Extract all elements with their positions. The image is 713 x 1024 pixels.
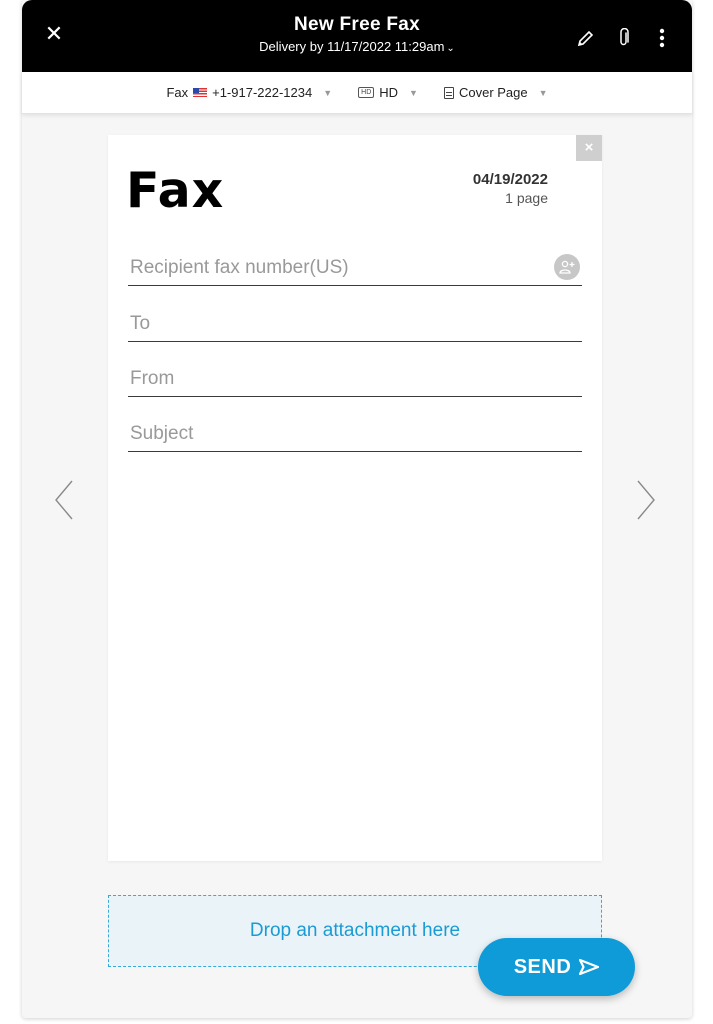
to-field — [128, 308, 582, 342]
caret-down-icon: ▼ — [409, 87, 418, 98]
send-button[interactable]: SEND — [478, 938, 635, 996]
title-bar: ✕ New Free Fax Delivery by 11/17/2022 11… — [22, 0, 692, 72]
hd-icon: HD — [358, 87, 375, 98]
caret-down-icon: ▼ — [538, 87, 548, 98]
previous-page-arrow[interactable] — [52, 478, 76, 522]
subject-input[interactable] — [128, 418, 582, 450]
cover-page-selector[interactable]: Cover Page ▼ — [443, 85, 548, 100]
document-icon — [443, 86, 454, 99]
next-page-arrow[interactable] — [634, 478, 658, 522]
fax-number-selector[interactable]: Fax +1-917-222-1234 ▼ — [166, 85, 332, 100]
send-label: SEND — [513, 955, 572, 978]
title-bar-actions — [576, 28, 672, 48]
remove-cover-page-button[interactable]: × — [576, 135, 602, 161]
subject-field — [128, 418, 582, 452]
recipient-field — [128, 252, 582, 286]
more-vertical-icon[interactable] — [652, 28, 672, 48]
fax-label: Fax — [166, 85, 189, 100]
delivery-time-label: Delivery by 11/17/2022 11:29am — [259, 39, 445, 54]
fax-composer: ✕ New Free Fax Delivery by 11/17/2022 11… — [22, 0, 692, 1018]
quality-label: HD — [379, 85, 399, 100]
recipient-fax-input[interactable] — [128, 252, 582, 284]
add-contact-icon[interactable] — [554, 254, 580, 280]
drop-zone-label: Drop an attachment here — [249, 920, 461, 941]
fax-cover-page: × Fax 04/19/2022 1 page — [108, 135, 602, 861]
send-arrow-icon — [579, 959, 600, 975]
from-field — [128, 363, 582, 397]
page-count: 1 page — [505, 190, 548, 206]
paperclip-icon[interactable] — [614, 28, 634, 48]
fax-number: +1-917-222-1234 — [212, 85, 313, 100]
to-input[interactable] — [128, 308, 582, 340]
pencil-icon[interactable] — [576, 28, 596, 48]
quality-selector[interactable]: HD HD ▼ — [358, 85, 418, 100]
cover-meta: 04/19/2022 1 page — [473, 171, 548, 206]
from-input[interactable] — [128, 363, 582, 395]
cover-date: 04/19/2022 — [472, 171, 548, 188]
cover-page-label: Cover Page — [458, 85, 528, 100]
chevron-down-icon: ⌄ — [446, 43, 455, 54]
cover-heading: Fax — [126, 162, 225, 219]
caret-down-icon: ▼ — [323, 87, 333, 98]
fax-options-bar: Fax +1-917-222-1234 ▼ HD HD ▼ Cover Page… — [22, 72, 692, 114]
us-flag-icon — [193, 88, 208, 97]
